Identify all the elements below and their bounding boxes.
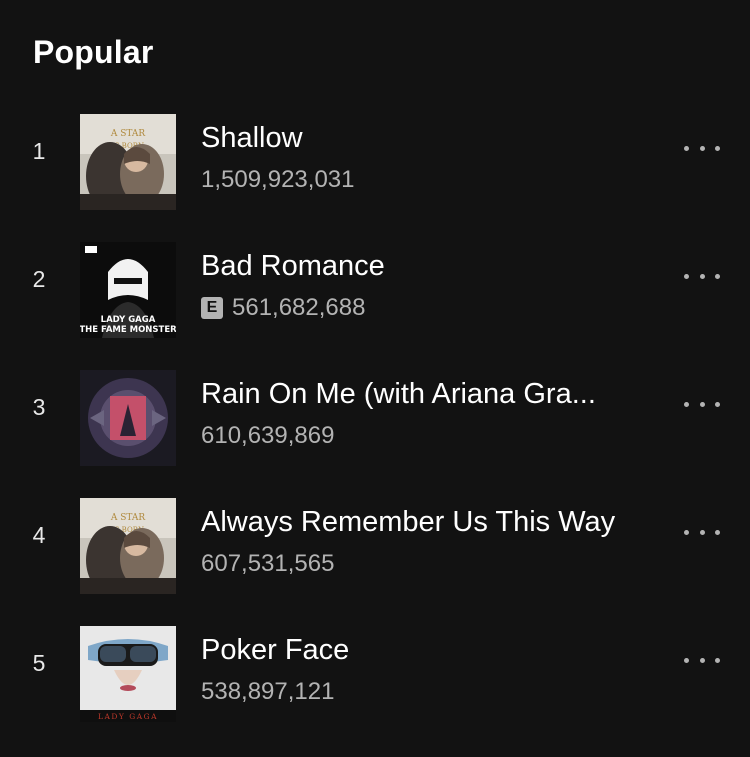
svg-text:A STAR: A STAR	[110, 129, 146, 139]
more-options-icon[interactable]	[684, 650, 720, 670]
album-cover: A STAR IS BORN	[80, 114, 176, 210]
track-title[interactable]: Poker Face	[201, 634, 661, 667]
track-row[interactable]: 3 Rain On Me (with Ariana Gra... 610,639…	[0, 354, 750, 466]
track-title[interactable]: Always Remember Us This Way	[201, 506, 661, 539]
track-plays: 607,531,565	[201, 550, 334, 578]
track-title[interactable]: Shallow	[201, 122, 661, 155]
popular-section: Popular 1 A STAR IS BORN Shallow 1,509,9…	[0, 0, 750, 757]
track-rank: 4	[32, 522, 46, 548]
album-cover	[80, 370, 176, 466]
play-count: 607,531,565	[201, 550, 335, 577]
play-count: 561,682,688	[232, 294, 366, 321]
track-plays: 1,509,923,031	[201, 166, 354, 194]
album-cover: LADY GAGA	[80, 626, 176, 722]
cover-text: LADY GAGA	[101, 315, 156, 325]
track-row[interactable]: 5 LADY GAGA Poker Face 538,897,121	[0, 610, 750, 722]
explicit-badge: E	[201, 297, 223, 319]
track-plays: 610,639,869	[201, 422, 334, 450]
track-rank: 1	[32, 138, 46, 164]
track-row[interactable]: 1 A STAR IS BORN Shallow 1,509,923,031	[0, 98, 750, 210]
play-count: 1,509,923,031	[201, 166, 355, 193]
more-options-icon[interactable]	[684, 522, 720, 542]
track-plays: E 561,682,688	[201, 294, 365, 322]
track-rank: 3	[32, 394, 46, 420]
track-row[interactable]: 4 A STAR IS BORN Always Remember Us This…	[0, 482, 750, 594]
more-options-icon[interactable]	[684, 266, 720, 286]
play-count: 610,639,869	[201, 422, 335, 449]
track-plays: 538,897,121	[201, 678, 334, 706]
track-rank: 2	[32, 266, 46, 292]
track-title[interactable]: Rain On Me (with Ariana Gra...	[201, 378, 661, 411]
more-options-icon[interactable]	[684, 394, 720, 414]
cover-text: LADY GAGA	[98, 712, 158, 721]
section-title: Popular	[33, 34, 154, 70]
track-row[interactable]: 2 LADY GAGA THE FAME MONSTER Bad Romance…	[0, 226, 750, 338]
album-cover: LADY GAGA THE FAME MONSTER	[80, 242, 176, 338]
album-cover: A STAR IS BORN	[80, 498, 176, 594]
play-count: 538,897,121	[201, 678, 335, 705]
svg-text:A STAR: A STAR	[110, 513, 146, 523]
track-rank: 5	[32, 650, 46, 676]
cover-text: THE FAME MONSTER	[80, 325, 176, 335]
track-title[interactable]: Bad Romance	[201, 250, 661, 283]
more-options-icon[interactable]	[684, 138, 720, 158]
